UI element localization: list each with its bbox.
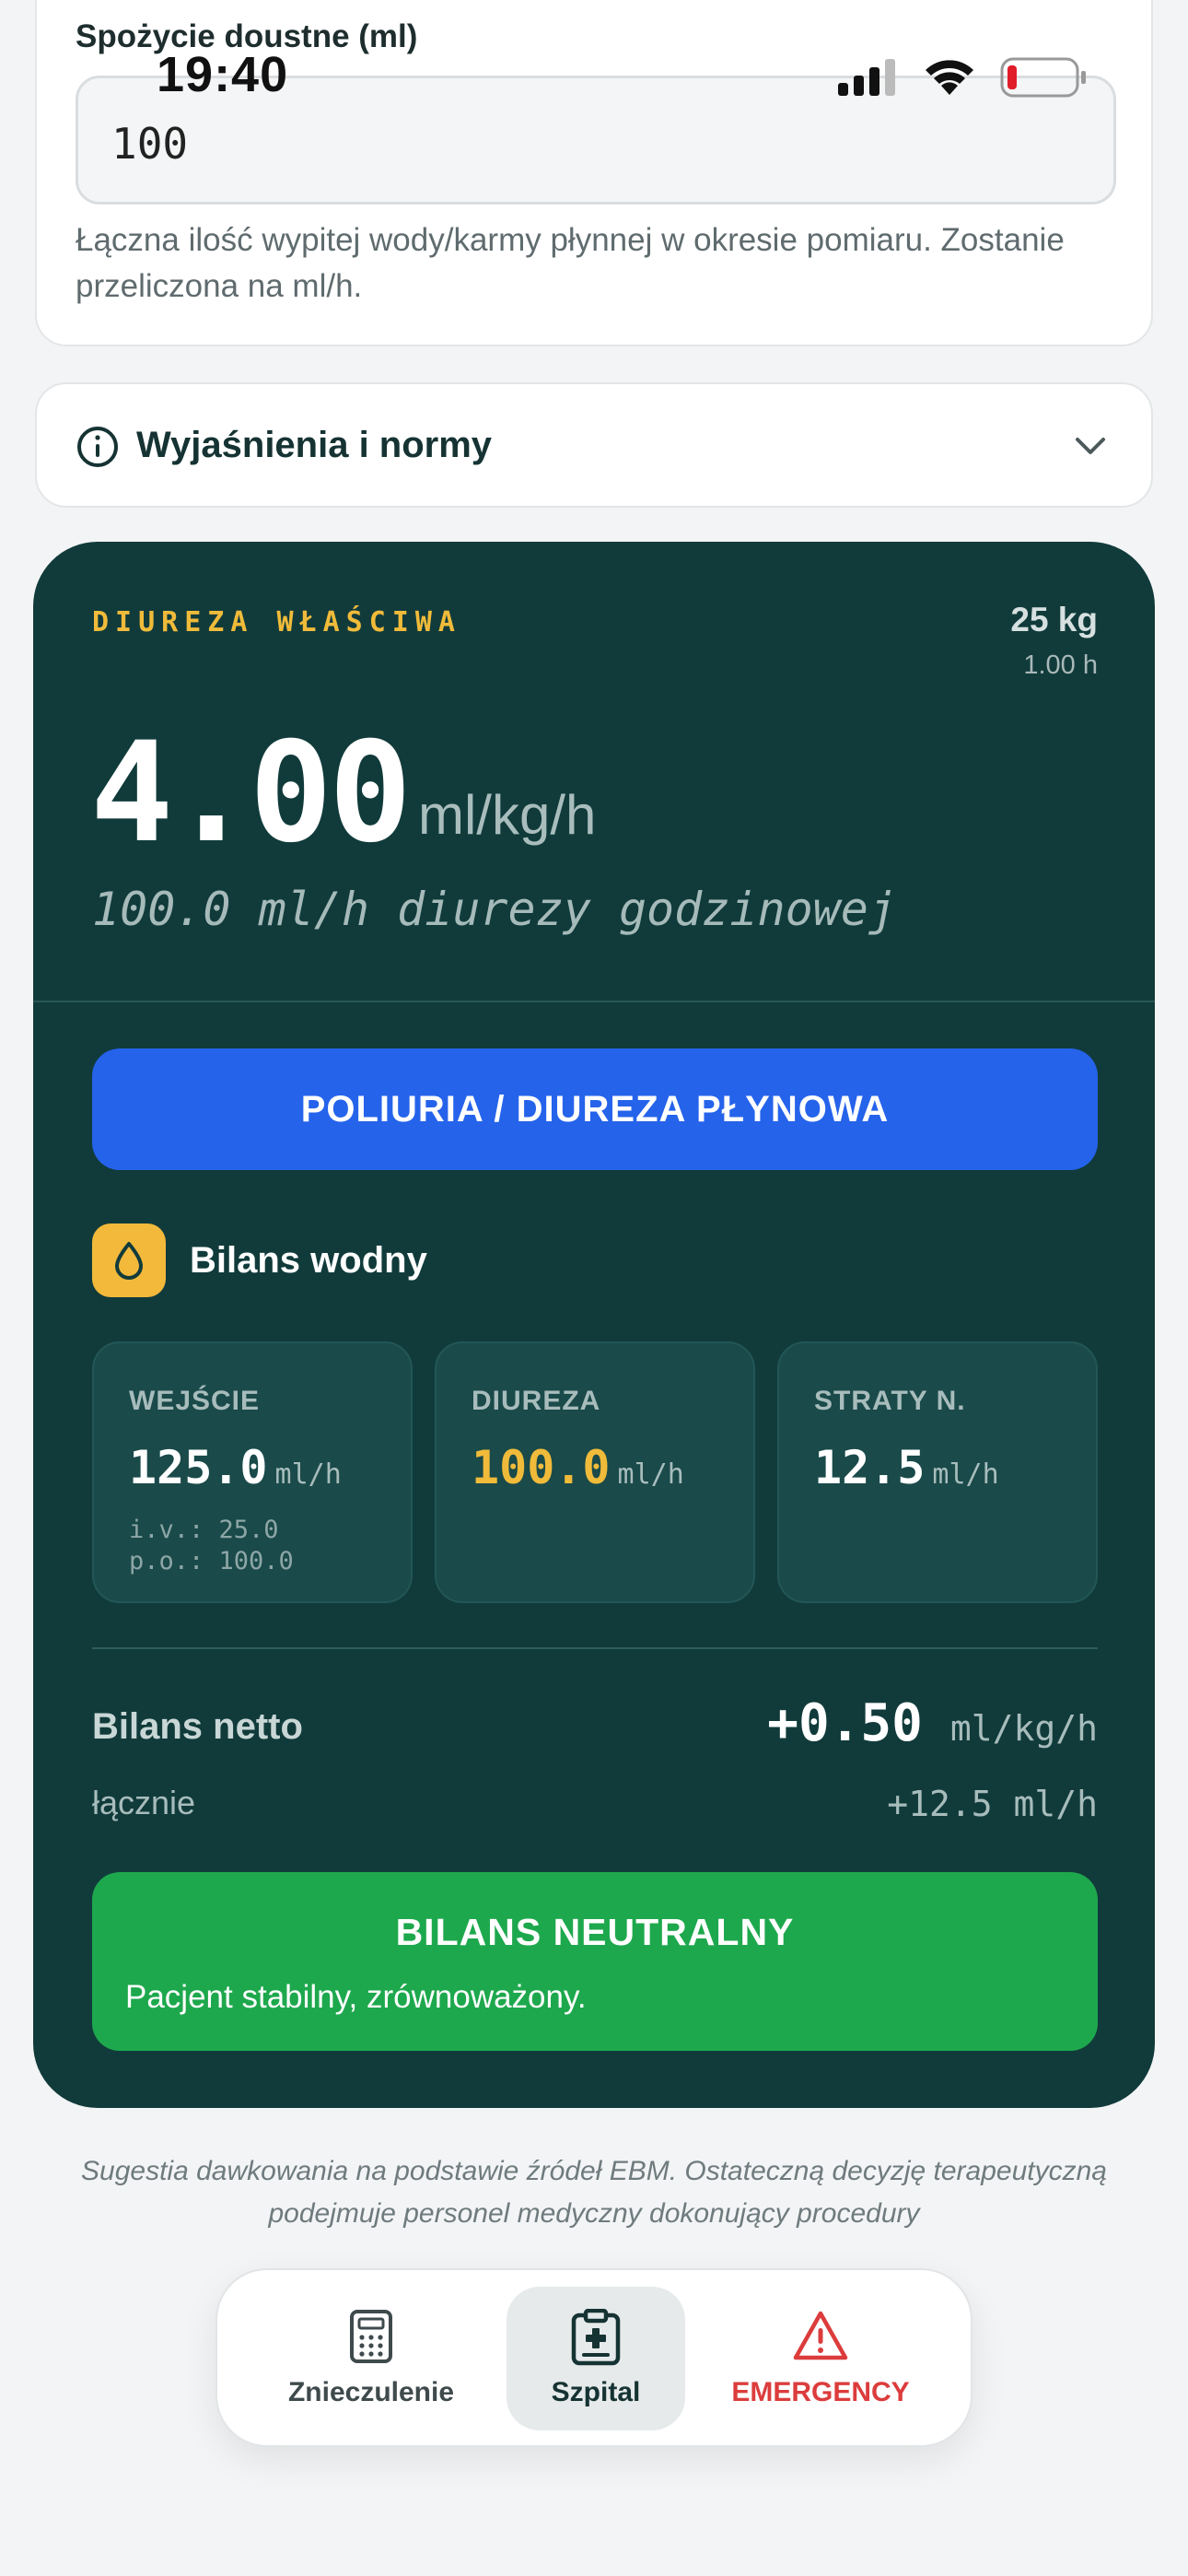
signal-icon [838, 59, 895, 96]
result-weight: 25 kg [1010, 601, 1098, 638]
balance-status-title: BILANS NEUTRALNY [395, 1911, 795, 1953]
info-icon [77, 427, 118, 467]
stat-sub: i.v.: 25.0 p.o.: 100.0 [129, 1515, 294, 1577]
divider [33, 1001, 1155, 1002]
stat-card-input: WEJŚCIE 125.0 ml/h i.v.: 25.0 p.o.: 100.0 [92, 1341, 413, 1603]
warning-triangle-icon [793, 2311, 848, 2360]
stat-label: DIUREZA [472, 1386, 601, 1416]
stat-value: 125.0 ml/h [129, 1441, 342, 1494]
disclaimer: Sugestia dawkowania na podstawie źródeł … [81, 2156, 1107, 2229]
result-value: 4.00 [90, 713, 412, 873]
result-eyebrow: DIUREZA WŁAŚCIWA [92, 606, 461, 638]
tab-znieczulenie[interactable]: Znieczulenie [282, 2287, 460, 2430]
stat-sub-iv: i.v.: 25.0 [129, 1516, 279, 1544]
stat-value: 12.5 ml/h [814, 1441, 999, 1494]
stat-card-diuresis: DIUREZA 100.0 ml/h [435, 1341, 755, 1603]
total-label: łącznie [92, 1784, 196, 1821]
explanations-accordion[interactable]: Wyjaśnienia i normy [35, 382, 1153, 508]
wifi-icon [926, 60, 973, 95]
tab-bar: Znieczulenie Szpital EMERGENCY [215, 2268, 973, 2447]
calculator-icon [350, 2310, 392, 2363]
drop-icon-badge [92, 1224, 166, 1297]
stat-card-losses: STRATY N. 12.5 ml/h [777, 1341, 1098, 1603]
water-drop-icon [115, 1242, 143, 1280]
balance-title: Bilans wodny [190, 1239, 427, 1281]
classification-badge: POLIURIA / DIUREZA PŁYNOWA [92, 1048, 1098, 1170]
status-bar: 19:40 [0, 0, 1188, 129]
result-panel: DIUREZA WŁAŚCIWA 25 kg 1.00 h 4.00 ml/kg… [33, 542, 1155, 2108]
result-subline: 100.0 ml/h diurezy godzinowej [92, 883, 896, 936]
tab-label: Znieczulenie [287, 2377, 455, 2407]
intake-help-text: Łączna ilość wypitej wody/karmy płynnej … [76, 222, 1065, 304]
tab-label: EMERGENCY [731, 2377, 910, 2407]
tab-emergency[interactable]: EMERGENCY [731, 2287, 910, 2430]
tab-label: Szpital [551, 2377, 641, 2407]
balance-status-badge: BILANS NEUTRALNY Pacjent stabilny, zrówn… [92, 1872, 1098, 2051]
stat-value: 100.0 ml/h [472, 1441, 684, 1494]
chevron-down-icon[interactable] [1074, 432, 1107, 460]
result-unit: ml/kg/h [418, 784, 597, 846]
total-value: +12.5 ml/h [887, 1784, 1098, 1824]
stat-sub-po: p.o.: 100.0 [129, 1547, 294, 1575]
status-time: 19:40 [157, 47, 289, 102]
tab-szpital[interactable]: Szpital [507, 2287, 685, 2430]
balance-header: Bilans wodny [92, 1224, 427, 1297]
stat-label: STRATY N. [814, 1386, 966, 1416]
status-icons [838, 57, 1087, 98]
stat-label: WEJŚCIE [129, 1386, 261, 1416]
balance-status-sub: Pacjent stabilny, zrównoważony. [125, 1979, 587, 2015]
result-duration: 1.00 h [1023, 650, 1098, 680]
battery-low-icon [1000, 57, 1086, 98]
net-balance-label: Bilans netto [92, 1706, 303, 1747]
divider [92, 1647, 1098, 1649]
hospital-clipboard-icon [571, 2309, 621, 2366]
explanations-title: Wyjaśnienia i normy [136, 425, 493, 465]
net-balance-value: +0.50 ml/kg/h [767, 1693, 1098, 1753]
